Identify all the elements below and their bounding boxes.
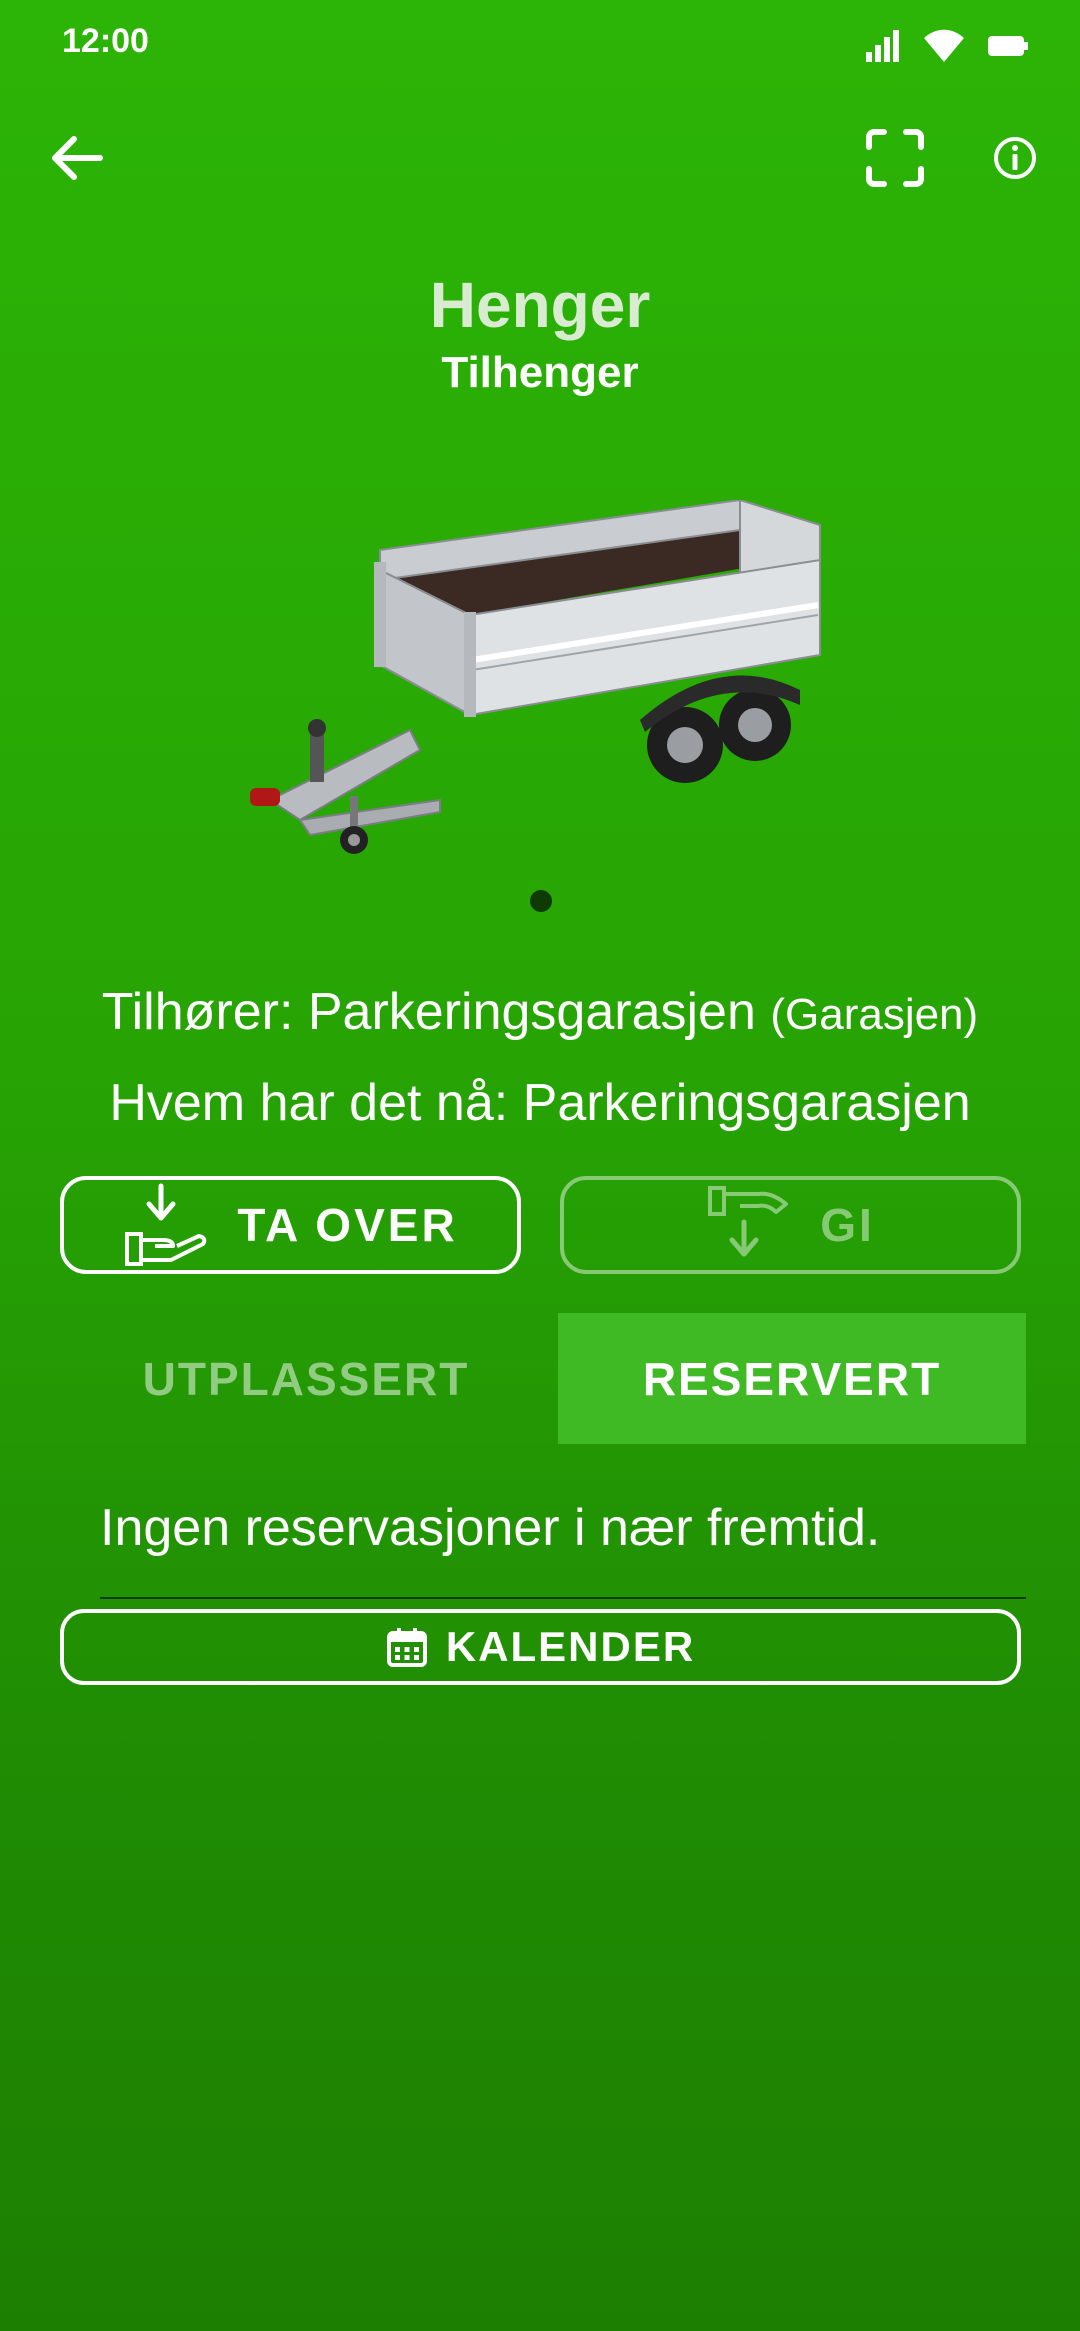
- owner-line: Tilhører: Parkeringsgarasjen (Garasjen): [0, 982, 1080, 1042]
- take-over-label: TA OVER: [237, 1199, 458, 1251]
- calendar-label: KALENDER: [445, 1623, 696, 1670]
- item-title: Henger: [429, 269, 651, 341]
- scan-button[interactable]: [850, 113, 940, 203]
- calendar-icon: [386, 1628, 427, 1667]
- give-button[interactable]: GI: [560, 1176, 1021, 1274]
- owner-label: Tilhører: Parkeringsgarasjen: [101, 983, 756, 1041]
- divider: [100, 1597, 1026, 1599]
- hand-give-icon: [708, 1186, 789, 1257]
- info-circle-icon: [994, 137, 1036, 179]
- battery-icon: [988, 36, 1028, 56]
- hand-receive-icon: [125, 1183, 207, 1266]
- trailer-image[interactable]: [240, 500, 840, 860]
- take-over-button[interactable]: TA OVER: [60, 1176, 521, 1274]
- arrow-left-icon: [52, 136, 103, 180]
- item-subtitle: Tilhenger: [441, 348, 639, 397]
- signal-icon: [866, 30, 899, 62]
- no-reservations-text: Ingen reservasjoner i nær fremtid.: [100, 1499, 881, 1557]
- info-button[interactable]: [970, 113, 1060, 203]
- owner-location: (Garasjen): [770, 990, 979, 1039]
- tab-deployed[interactable]: UTPLASSERT: [72, 1313, 540, 1444]
- give-label: GI: [820, 1199, 875, 1251]
- status-time: 12:00: [62, 22, 149, 60]
- status-icons: [864, 28, 1028, 64]
- scan-frame-icon: [866, 129, 924, 187]
- holder-line: Hvem har det nå: Parkeringsgarasjen: [109, 1074, 971, 1132]
- wifi-icon: [924, 29, 964, 62]
- image-page-indicator: [530, 890, 552, 912]
- calendar-button[interactable]: KALENDER: [60, 1609, 1021, 1685]
- tab-reserved[interactable]: RESERVERT: [558, 1313, 1026, 1444]
- back-button[interactable]: [32, 113, 122, 203]
